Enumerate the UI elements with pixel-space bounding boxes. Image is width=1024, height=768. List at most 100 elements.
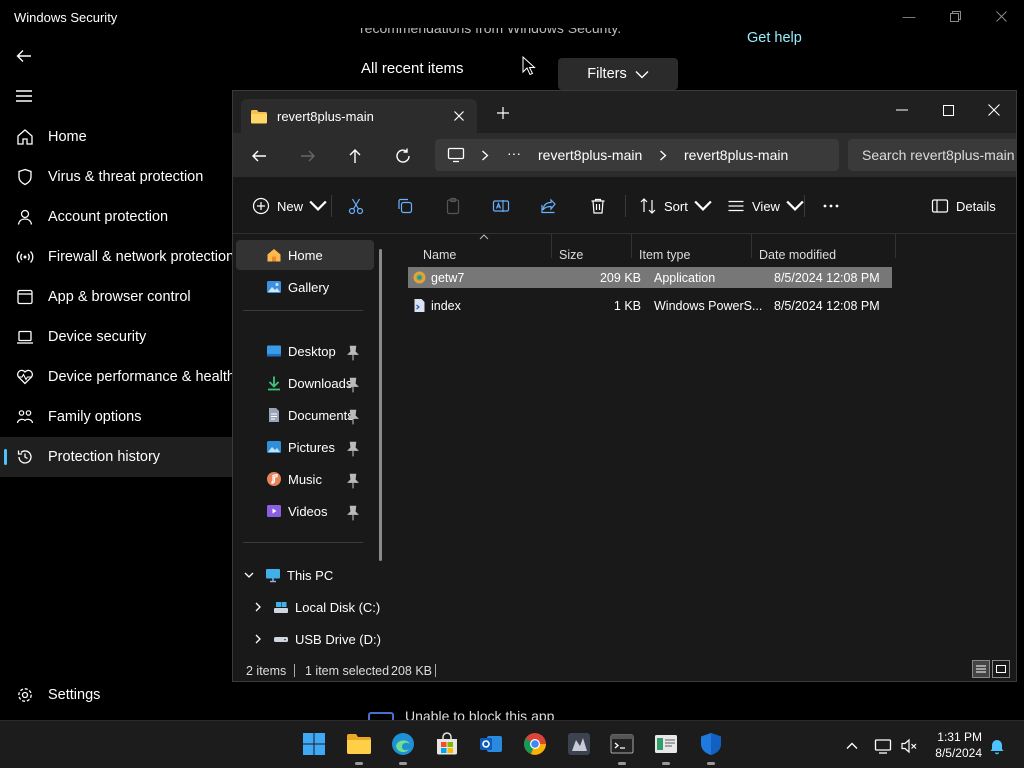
- system-clock[interactable]: 1:31 PM 8/5/2024: [926, 729, 982, 761]
- paste-button[interactable]: [444, 195, 462, 217]
- pin-icon[interactable]: [345, 505, 361, 521]
- tab-revert8plus-main[interactable]: revert8plus-main: [241, 99, 477, 133]
- new-button[interactable]: New: [252, 195, 327, 217]
- notification-bell-icon[interactable]: [988, 737, 1006, 755]
- running-indicator: [662, 762, 670, 765]
- explorer-minimize-button[interactable]: [879, 97, 925, 123]
- column-date[interactable]: Date modified: [759, 242, 836, 268]
- column-divider[interactable]: [895, 234, 896, 258]
- see-more-button[interactable]: [822, 195, 840, 217]
- pin-icon[interactable]: [345, 409, 361, 425]
- taskbar-terminal[interactable]: [609, 731, 635, 765]
- close-tab-icon[interactable]: [451, 108, 467, 124]
- file-row-index[interactable]: index 1 KB Windows PowerS... 8/5/2024 12…: [408, 295, 892, 316]
- breadcrumb-parent[interactable]: revert8plus-main: [538, 147, 642, 163]
- explorer-maximize-button[interactable]: [925, 97, 971, 123]
- view-button[interactable]: View: [727, 195, 804, 217]
- menu-button[interactable]: [12, 84, 36, 108]
- get-help-link[interactable]: Get help: [747, 30, 802, 46]
- nav-home[interactable]: Home: [236, 240, 374, 270]
- nav-item-virus[interactable]: Virus & threat protection: [0, 157, 232, 197]
- rename-button[interactable]: [492, 195, 510, 217]
- hamburger-icon: [16, 90, 32, 102]
- nav-videos[interactable]: Videos: [233, 496, 371, 526]
- volume-muted-icon[interactable]: [900, 737, 918, 755]
- pin-icon[interactable]: [345, 377, 361, 393]
- delete-button[interactable]: [589, 195, 607, 217]
- close-button[interactable]: [978, 4, 1024, 28]
- nav-desktop-label: Desktop: [288, 343, 336, 359]
- up-nav-button[interactable]: [344, 145, 366, 167]
- explorer-close-button[interactable]: [971, 97, 1016, 123]
- taskbar-edge[interactable]: [390, 731, 416, 765]
- nav-label: App & browser control: [48, 289, 191, 305]
- back-button[interactable]: [12, 44, 36, 68]
- nav-item-device-security[interactable]: Device security: [0, 317, 232, 357]
- details-view-icon[interactable]: [972, 660, 990, 678]
- refresh-button[interactable]: [392, 145, 414, 167]
- chevron-right-icon: [482, 150, 489, 161]
- windows-logo-icon: [303, 733, 325, 755]
- taskbar-game-app[interactable]: [566, 731, 592, 757]
- nav-item-firewall[interactable]: Firewall & network protection: [0, 237, 232, 277]
- sort-button[interactable]: Sort: [639, 195, 712, 217]
- heart-icon: [17, 369, 33, 385]
- share-button[interactable]: [540, 195, 558, 217]
- breadcrumb-current[interactable]: revert8plus-main: [684, 147, 788, 163]
- details-button[interactable]: Details: [931, 195, 996, 217]
- nav-item-family[interactable]: Family options: [0, 397, 232, 437]
- nav-item-home[interactable]: Home: [0, 117, 232, 157]
- nav-music[interactable]: Music: [233, 464, 371, 494]
- folder-icon: [347, 734, 371, 754]
- running-indicator: [707, 762, 715, 765]
- pin-icon[interactable]: [345, 441, 361, 457]
- nav-usb-drive[interactable]: USB Drive (D:): [233, 624, 383, 654]
- nav-local-disk[interactable]: Local Disk (C:): [233, 592, 383, 622]
- column-name[interactable]: Name: [423, 242, 456, 268]
- display-icon[interactable]: [874, 737, 892, 755]
- nav-this-pc[interactable]: This PC: [233, 560, 371, 590]
- tiles-view-icon[interactable]: [992, 660, 1010, 678]
- nav-pictures[interactable]: Pictures: [233, 432, 371, 462]
- forward-nav-button[interactable]: [297, 145, 319, 167]
- chevron-up-icon[interactable]: [843, 737, 861, 755]
- taskbar-windows-security[interactable]: [698, 731, 724, 765]
- taskbar-file-explorer[interactable]: [346, 731, 372, 765]
- column-type[interactable]: Item type: [639, 242, 690, 268]
- nav-gallery[interactable]: Gallery: [233, 272, 371, 302]
- address-bar[interactable]: ··· revert8plus-main revert8plus-main: [435, 139, 839, 171]
- pin-icon[interactable]: [345, 473, 361, 489]
- search-input[interactable]: Search revert8plus-main: [848, 139, 1016, 171]
- column-divider[interactable]: [551, 234, 552, 258]
- nav-desktop[interactable]: Desktop: [233, 336, 371, 366]
- nav-item-protection-history[interactable]: Protection history: [0, 437, 232, 477]
- column-divider[interactable]: [631, 234, 632, 258]
- file-date: 8/5/2024 12:08 PM: [774, 299, 880, 313]
- more-breadcrumbs-icon[interactable]: ···: [507, 145, 521, 161]
- nav-item-settings[interactable]: Settings: [16, 686, 100, 704]
- taskbar-chrome[interactable]: [522, 731, 548, 757]
- new-tab-icon[interactable]: [495, 105, 511, 121]
- pin-icon[interactable]: [345, 345, 361, 361]
- column-divider[interactable]: [751, 234, 752, 258]
- copy-button[interactable]: [396, 195, 414, 217]
- cut-button[interactable]: [347, 195, 365, 217]
- taskbar-outlook[interactable]: [478, 731, 504, 757]
- minimize-button[interactable]: —: [886, 4, 932, 28]
- start-button[interactable]: [301, 731, 327, 757]
- nav-item-device-performance[interactable]: Device performance & health: [0, 357, 232, 397]
- nav-pane-scrollbar[interactable]: [379, 249, 382, 561]
- file-type: Windows PowerS...: [654, 299, 763, 313]
- column-size[interactable]: Size: [559, 242, 583, 268]
- maximize-button[interactable]: [932, 4, 978, 28]
- nav-home-label: Home: [288, 247, 323, 263]
- taskbar-app-window[interactable]: [653, 731, 679, 765]
- file-row-getw7[interactable]: getw7 209 KB Application 8/5/2024 12:08 …: [408, 267, 892, 288]
- taskbar-store[interactable]: [434, 731, 460, 757]
- nav-item-account[interactable]: Account protection: [0, 197, 232, 237]
- nav-item-app-browser[interactable]: App & browser control: [0, 277, 232, 317]
- nav-documents[interactable]: Documents: [233, 400, 371, 430]
- nav-downloads[interactable]: Downloads: [233, 368, 371, 398]
- back-nav-button[interactable]: [248, 145, 270, 167]
- filters-button[interactable]: Filters: [558, 58, 678, 90]
